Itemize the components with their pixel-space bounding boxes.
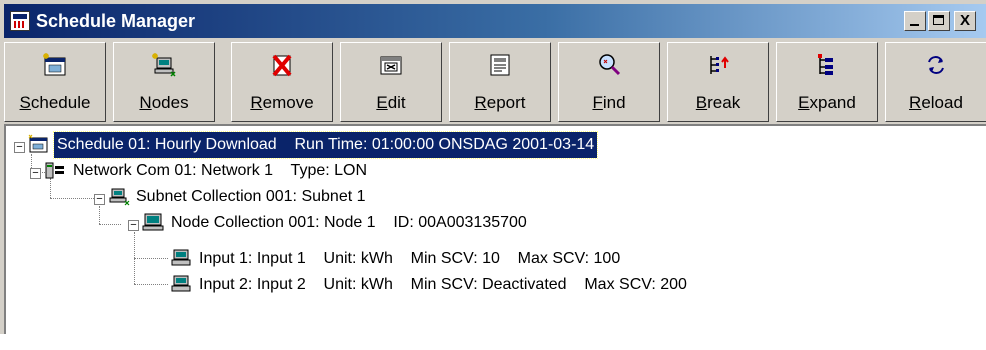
- schedule-button-label: Schedule: [19, 93, 91, 112]
- edit-button[interactable]: Edit: [340, 42, 442, 122]
- find-button[interactable]: Find: [558, 42, 660, 122]
- tree-item-input-2[interactable]: Input 2: Input 2 Unit: kWh Min SCV: Deac…: [196, 272, 687, 298]
- app-icon: [10, 11, 30, 31]
- tree-item-schedule[interactable]: Schedule 01: Hourly Download Run Time: 0…: [52, 131, 599, 159]
- schedule-manager-window: Schedule Manager X Schedule Nodes Remove…: [0, 0, 986, 334]
- minimize-button[interactable]: [904, 11, 926, 31]
- edit-icon: [380, 56, 402, 75]
- maximize-button[interactable]: [928, 11, 950, 31]
- schedule-icon: [43, 53, 66, 76]
- tree-item-subnet-label: Subnet Collection 001: Subnet 1: [136, 188, 366, 205]
- subnet-expander[interactable]: −: [94, 194, 105, 205]
- expand-button[interactable]: Expand: [776, 42, 878, 122]
- tree-item-node-collection-label: Node Collection 001: Node 1 ID: 00A00313…: [171, 214, 527, 231]
- title-bar[interactable]: Schedule Manager X: [4, 4, 986, 38]
- break-icon: [710, 56, 729, 74]
- tree-item-network-label: Network Com 01: Network 1 Type: LON: [73, 162, 368, 179]
- tree-connector: [50, 178, 51, 198]
- report-button-label: Report: [474, 93, 526, 112]
- subnet-node-icon: [109, 188, 130, 206]
- schedule-expander[interactable]: −: [14, 142, 25, 153]
- reload-button[interactable]: Reload: [885, 42, 986, 122]
- nodes-button-label: Nodes: [139, 93, 189, 112]
- input-device-icon: [171, 249, 191, 266]
- tree-connector: [134, 284, 168, 285]
- report-button[interactable]: Report: [449, 42, 551, 122]
- schedule-tree[interactable]: − Schedule 01: Hourly Download Run Time:…: [4, 124, 986, 334]
- edit-button-label: Edit: [376, 93, 406, 112]
- tree-item-schedule-label: Schedule 01: Hourly Download Run Time: 0…: [52, 131, 599, 159]
- remove-icon: [272, 54, 292, 77]
- maximize-icon: [933, 15, 944, 25]
- schedule-node-icon: [28, 134, 48, 153]
- find-button-label: Find: [592, 93, 626, 112]
- tree-connector: [99, 206, 100, 224]
- toolbar: Schedule Nodes Remove Edit Report Find B…: [4, 42, 986, 122]
- tree-item-input-1[interactable]: Input 1: Input 1 Unit: kWh Min SCV: 10 M…: [196, 246, 620, 272]
- expand-icon: [818, 54, 833, 75]
- expand-button-label: Expand: [798, 93, 856, 112]
- window-title: Schedule Manager: [36, 11, 196, 31]
- tree-connector: [99, 224, 121, 225]
- nodes-button[interactable]: Nodes: [113, 42, 215, 122]
- reload-icon: [928, 56, 944, 74]
- break-button[interactable]: Break: [667, 42, 769, 122]
- reload-button-label: Reload: [909, 93, 963, 112]
- network-node-icon: [45, 162, 64, 179]
- remove-button-label: Remove: [250, 93, 314, 112]
- remove-button[interactable]: Remove: [231, 42, 333, 122]
- tree-item-node-collection[interactable]: Node Collection 001: Node 1 ID: 00A00313…: [168, 210, 527, 236]
- tree-item-input-2-label: Input 2: Input 2 Unit: kWh Min SCV: Deac…: [199, 276, 687, 293]
- nodes-icon: [152, 53, 176, 77]
- tree-item-subnet[interactable]: Subnet Collection 001: Subnet 1: [133, 184, 366, 210]
- close-icon: X: [959, 12, 970, 29]
- find-icon: [599, 54, 621, 76]
- tree-item-network[interactable]: Network Com 01: Network 1 Type: LON: [70, 158, 367, 184]
- close-button[interactable]: X: [954, 11, 976, 31]
- tree-item-input-1-label: Input 1: Input 1 Unit: kWh Min SCV: 10 M…: [199, 250, 621, 267]
- node-collection-expander[interactable]: −: [128, 220, 139, 231]
- node-collection-icon: [142, 213, 164, 231]
- break-button-label: Break: [695, 93, 741, 112]
- input-device-icon: [171, 275, 191, 292]
- schedule-button[interactable]: Schedule: [4, 42, 106, 122]
- network-expander[interactable]: −: [30, 168, 41, 179]
- minimize-icon: [910, 24, 919, 26]
- report-icon: [490, 54, 510, 76]
